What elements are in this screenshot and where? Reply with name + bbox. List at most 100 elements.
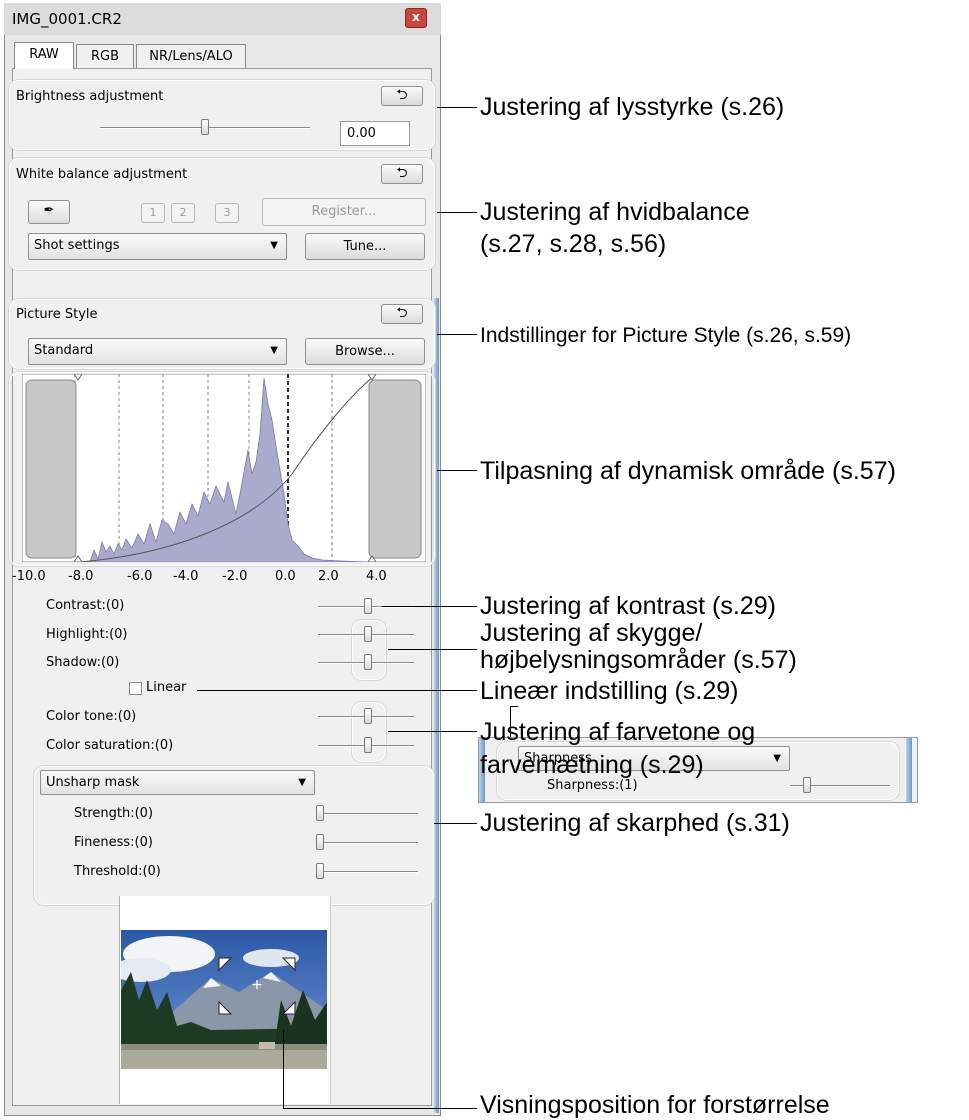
linear-checkbox[interactable]	[129, 682, 142, 695]
annotation-brightness: Justering af lysstyrke (s.26)	[480, 93, 785, 121]
wb-preset-dropdown[interactable]: Shot settings ▼	[28, 233, 287, 260]
annotation-linear: Lineær indstilling (s.29)	[480, 677, 739, 705]
contrast-label: Contrast:(0)	[46, 598, 125, 613]
chevron-down-icon: ▼	[270, 240, 278, 251]
highlight-slider-thumb[interactable]	[364, 626, 372, 642]
highlight-label: Highlight:(0)	[46, 627, 128, 642]
annotation-shadow-line2: højbelysningsområder (s.57)	[480, 646, 797, 674]
annotation-contrast: Justering af kontrast (s.29)	[480, 592, 776, 620]
chevron-down-icon: ▼	[270, 345, 278, 356]
threshold-label: Threshold:(0)	[74, 864, 161, 879]
wb-header: White balance adjustment	[16, 167, 188, 182]
brightness-slider-thumb[interactable]	[201, 119, 209, 135]
annotation-ps-pages: (s.26, s.59)	[740, 324, 852, 347]
callout-line	[197, 690, 477, 691]
eyedropper-button[interactable]: ✒	[28, 200, 70, 224]
picture-style-dropdown[interactable]: Standard ▼	[28, 338, 287, 365]
crosshair-icon: +	[251, 977, 263, 993]
strength-slider-track[interactable]	[318, 813, 418, 815]
chevron-down-icon: ▼	[298, 777, 306, 788]
strength-slider-thumb[interactable]	[316, 805, 324, 821]
undo-arrow-icon: ⮌	[396, 165, 408, 181]
wb-register-button[interactable]: Register...	[262, 198, 426, 226]
histogram[interactable]	[22, 374, 426, 562]
callout-line	[382, 606, 477, 607]
picture-style-header: Picture Style	[16, 307, 98, 322]
annotation-sharpness: Justering af skarphed (s.31)	[480, 809, 790, 837]
range-left-handle	[25, 379, 77, 559]
range-right-handle	[368, 379, 422, 559]
wb-preset-value: Shot settings	[34, 238, 120, 253]
histogram-tick: -4.0	[173, 569, 199, 584]
shadow-label: Shadow:(0)	[46, 655, 120, 670]
callout-line	[283, 1030, 284, 1108]
color-saturation-label: Color saturation:(0)	[46, 738, 174, 753]
fineness-slider-thumb[interactable]	[316, 834, 324, 850]
callout-line	[283, 1108, 477, 1109]
histogram-tick: -2.0	[222, 569, 248, 584]
annotation-color-line1: Justering af farvetone og	[480, 718, 756, 746]
callout-line	[437, 107, 477, 108]
histogram-tick: 2.0	[318, 569, 339, 584]
brightness-header: Brightness adjustment	[16, 89, 164, 104]
close-icon: x	[412, 10, 420, 24]
color-saturation-slider-thumb[interactable]	[364, 737, 372, 753]
chevron-down-icon: ▼	[773, 753, 781, 764]
callout-line	[434, 823, 477, 824]
contrast-slider-thumb[interactable]	[364, 598, 372, 614]
tab-nr-lens-alo[interactable]: NR/Lens/ALO	[136, 44, 246, 68]
undo-arrow-icon: ⮌	[396, 87, 408, 103]
tab-nr-lens-alo-label: NR/Lens/ALO	[149, 49, 233, 64]
wb-tune-button[interactable]: Tune...	[305, 233, 425, 260]
callout-line	[388, 731, 477, 732]
tab-rgb[interactable]: RGB	[76, 44, 134, 68]
picture-style-value: Standard	[34, 343, 94, 358]
color-tone-label: Color tone:(0)	[46, 709, 137, 724]
brightness-reset-button[interactable]: ⮌	[381, 86, 423, 106]
histogram-tick: 0.0	[275, 569, 296, 584]
sharpening-mode-value: Unsharp mask	[46, 775, 140, 790]
annotation-picture-style: Indstillinger for Picture Style (s.26, s…	[480, 321, 851, 351]
eyedropper-icon: ✒	[43, 203, 55, 218]
inset-sharpness-slider-thumb[interactable]	[803, 777, 811, 793]
threshold-slider-thumb[interactable]	[316, 863, 324, 879]
tab-raw-label: RAW	[29, 47, 59, 62]
wb-reset-button[interactable]: ⮌	[381, 164, 423, 184]
tab-raw[interactable]: RAW	[14, 42, 74, 69]
undo-arrow-icon: ⮌	[396, 305, 408, 321]
annotation-color-line2: farvemætning (s.29)	[480, 751, 704, 779]
shadow-slider-thumb[interactable]	[364, 654, 372, 670]
fineness-label: Fineness:(0)	[74, 835, 153, 850]
brightness-value-field[interactable]: 0.00	[340, 121, 410, 146]
inset-right-edge	[906, 738, 912, 802]
inset-sharpness-label: Sharpness:(1)	[547, 778, 638, 793]
histogram-tick: -10.0	[12, 569, 46, 584]
annotation-zoom-position: Visningsposition for forstørrelse	[480, 1091, 830, 1119]
histogram-tick: -6.0	[127, 569, 153, 584]
tab-rgb-label: RGB	[90, 49, 120, 64]
annotation-shadow-line1: Justering af skygge/	[480, 619, 703, 647]
fineness-slider-track[interactable]	[318, 842, 418, 844]
color-tone-slider-thumb[interactable]	[364, 708, 372, 724]
navigator-thumbnail[interactable]: +	[121, 930, 327, 1069]
wb-slot-2-button[interactable]: 2	[171, 203, 195, 223]
callout-line	[388, 649, 477, 650]
sharpening-mode-dropdown[interactable]: Unsharp mask ▼	[40, 770, 315, 795]
threshold-slider-track[interactable]	[318, 871, 418, 873]
histogram-tick: 4.0	[366, 569, 387, 584]
histogram-tick: -8.0	[68, 569, 94, 584]
close-button[interactable]: x	[405, 8, 427, 28]
wb-slot-1-button[interactable]: 1	[141, 203, 165, 223]
callout-line	[437, 212, 477, 213]
callout-line	[437, 334, 477, 335]
strength-label: Strength:(0)	[74, 806, 154, 821]
annotation-dynamic-range: Tilpasning af dynamisk område (s.57)	[480, 457, 896, 485]
wb-slot-3-button[interactable]: 3	[215, 203, 239, 223]
annotation-ps-main: Indstillinger for Picture Style	[480, 324, 741, 347]
window-title: IMG_0001.CR2	[12, 10, 122, 28]
callout-line	[437, 470, 477, 471]
annotation-wb-line2: (s.27, s.28, s.56)	[480, 230, 667, 258]
picture-style-reset-button[interactable]: ⮌	[381, 304, 423, 324]
browse-button[interactable]: Browse...	[305, 338, 425, 365]
linear-label: Linear	[146, 680, 187, 695]
